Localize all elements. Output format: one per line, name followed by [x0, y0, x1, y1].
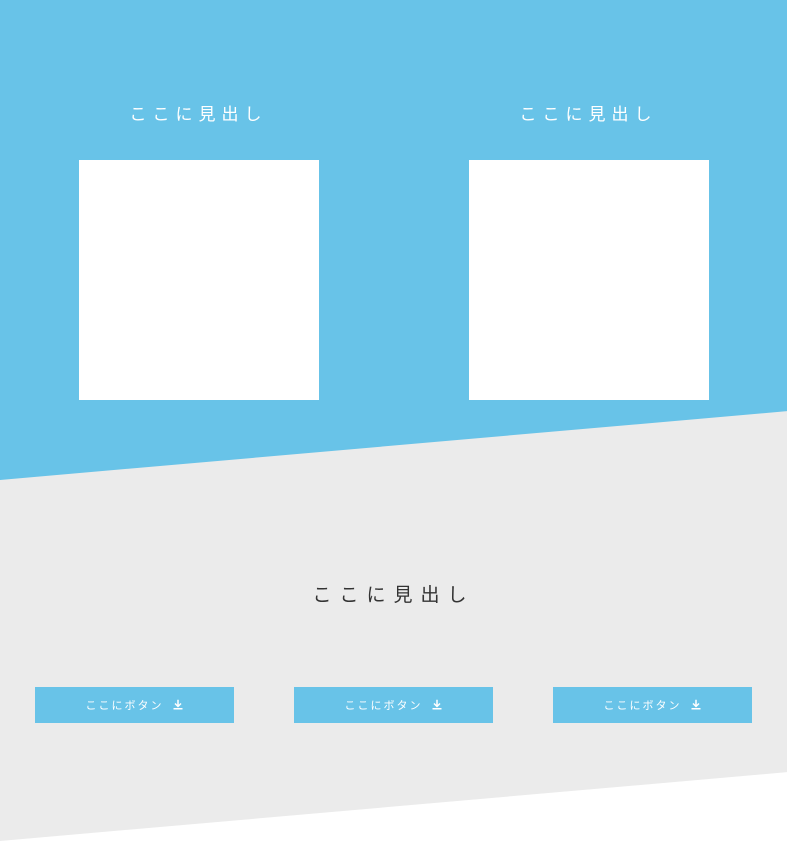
download-button[interactable]: ここにボタン	[553, 687, 752, 723]
image-placeholder	[79, 160, 319, 400]
button-row: ここにボタン ここにボタン ここにボタン	[0, 687, 787, 723]
section-heading: ここに見出し	[0, 580, 787, 607]
card-column: ここに見出し	[79, 100, 319, 400]
button-label: ここにボタン	[86, 697, 164, 713]
download-icon	[431, 699, 443, 711]
image-placeholder	[469, 160, 709, 400]
button-label: ここにボタン	[604, 697, 682, 713]
card-heading: ここに見出し	[520, 100, 658, 125]
download-content: ここに見出し ここにボタン ここにボタン ここにボタン	[0, 480, 787, 723]
download-section: ここに見出し ここにボタン ここにボタン ここにボタン	[0, 411, 787, 841]
download-icon	[172, 699, 184, 711]
button-label: ここにボタン	[345, 697, 423, 713]
card-heading: ここに見出し	[130, 100, 268, 125]
download-button[interactable]: ここにボタン	[35, 687, 234, 723]
hero-content: ここに見出し ここに見出し	[0, 0, 787, 400]
card-column: ここに見出し	[469, 100, 709, 400]
download-icon	[690, 699, 702, 711]
download-button[interactable]: ここにボタン	[294, 687, 493, 723]
